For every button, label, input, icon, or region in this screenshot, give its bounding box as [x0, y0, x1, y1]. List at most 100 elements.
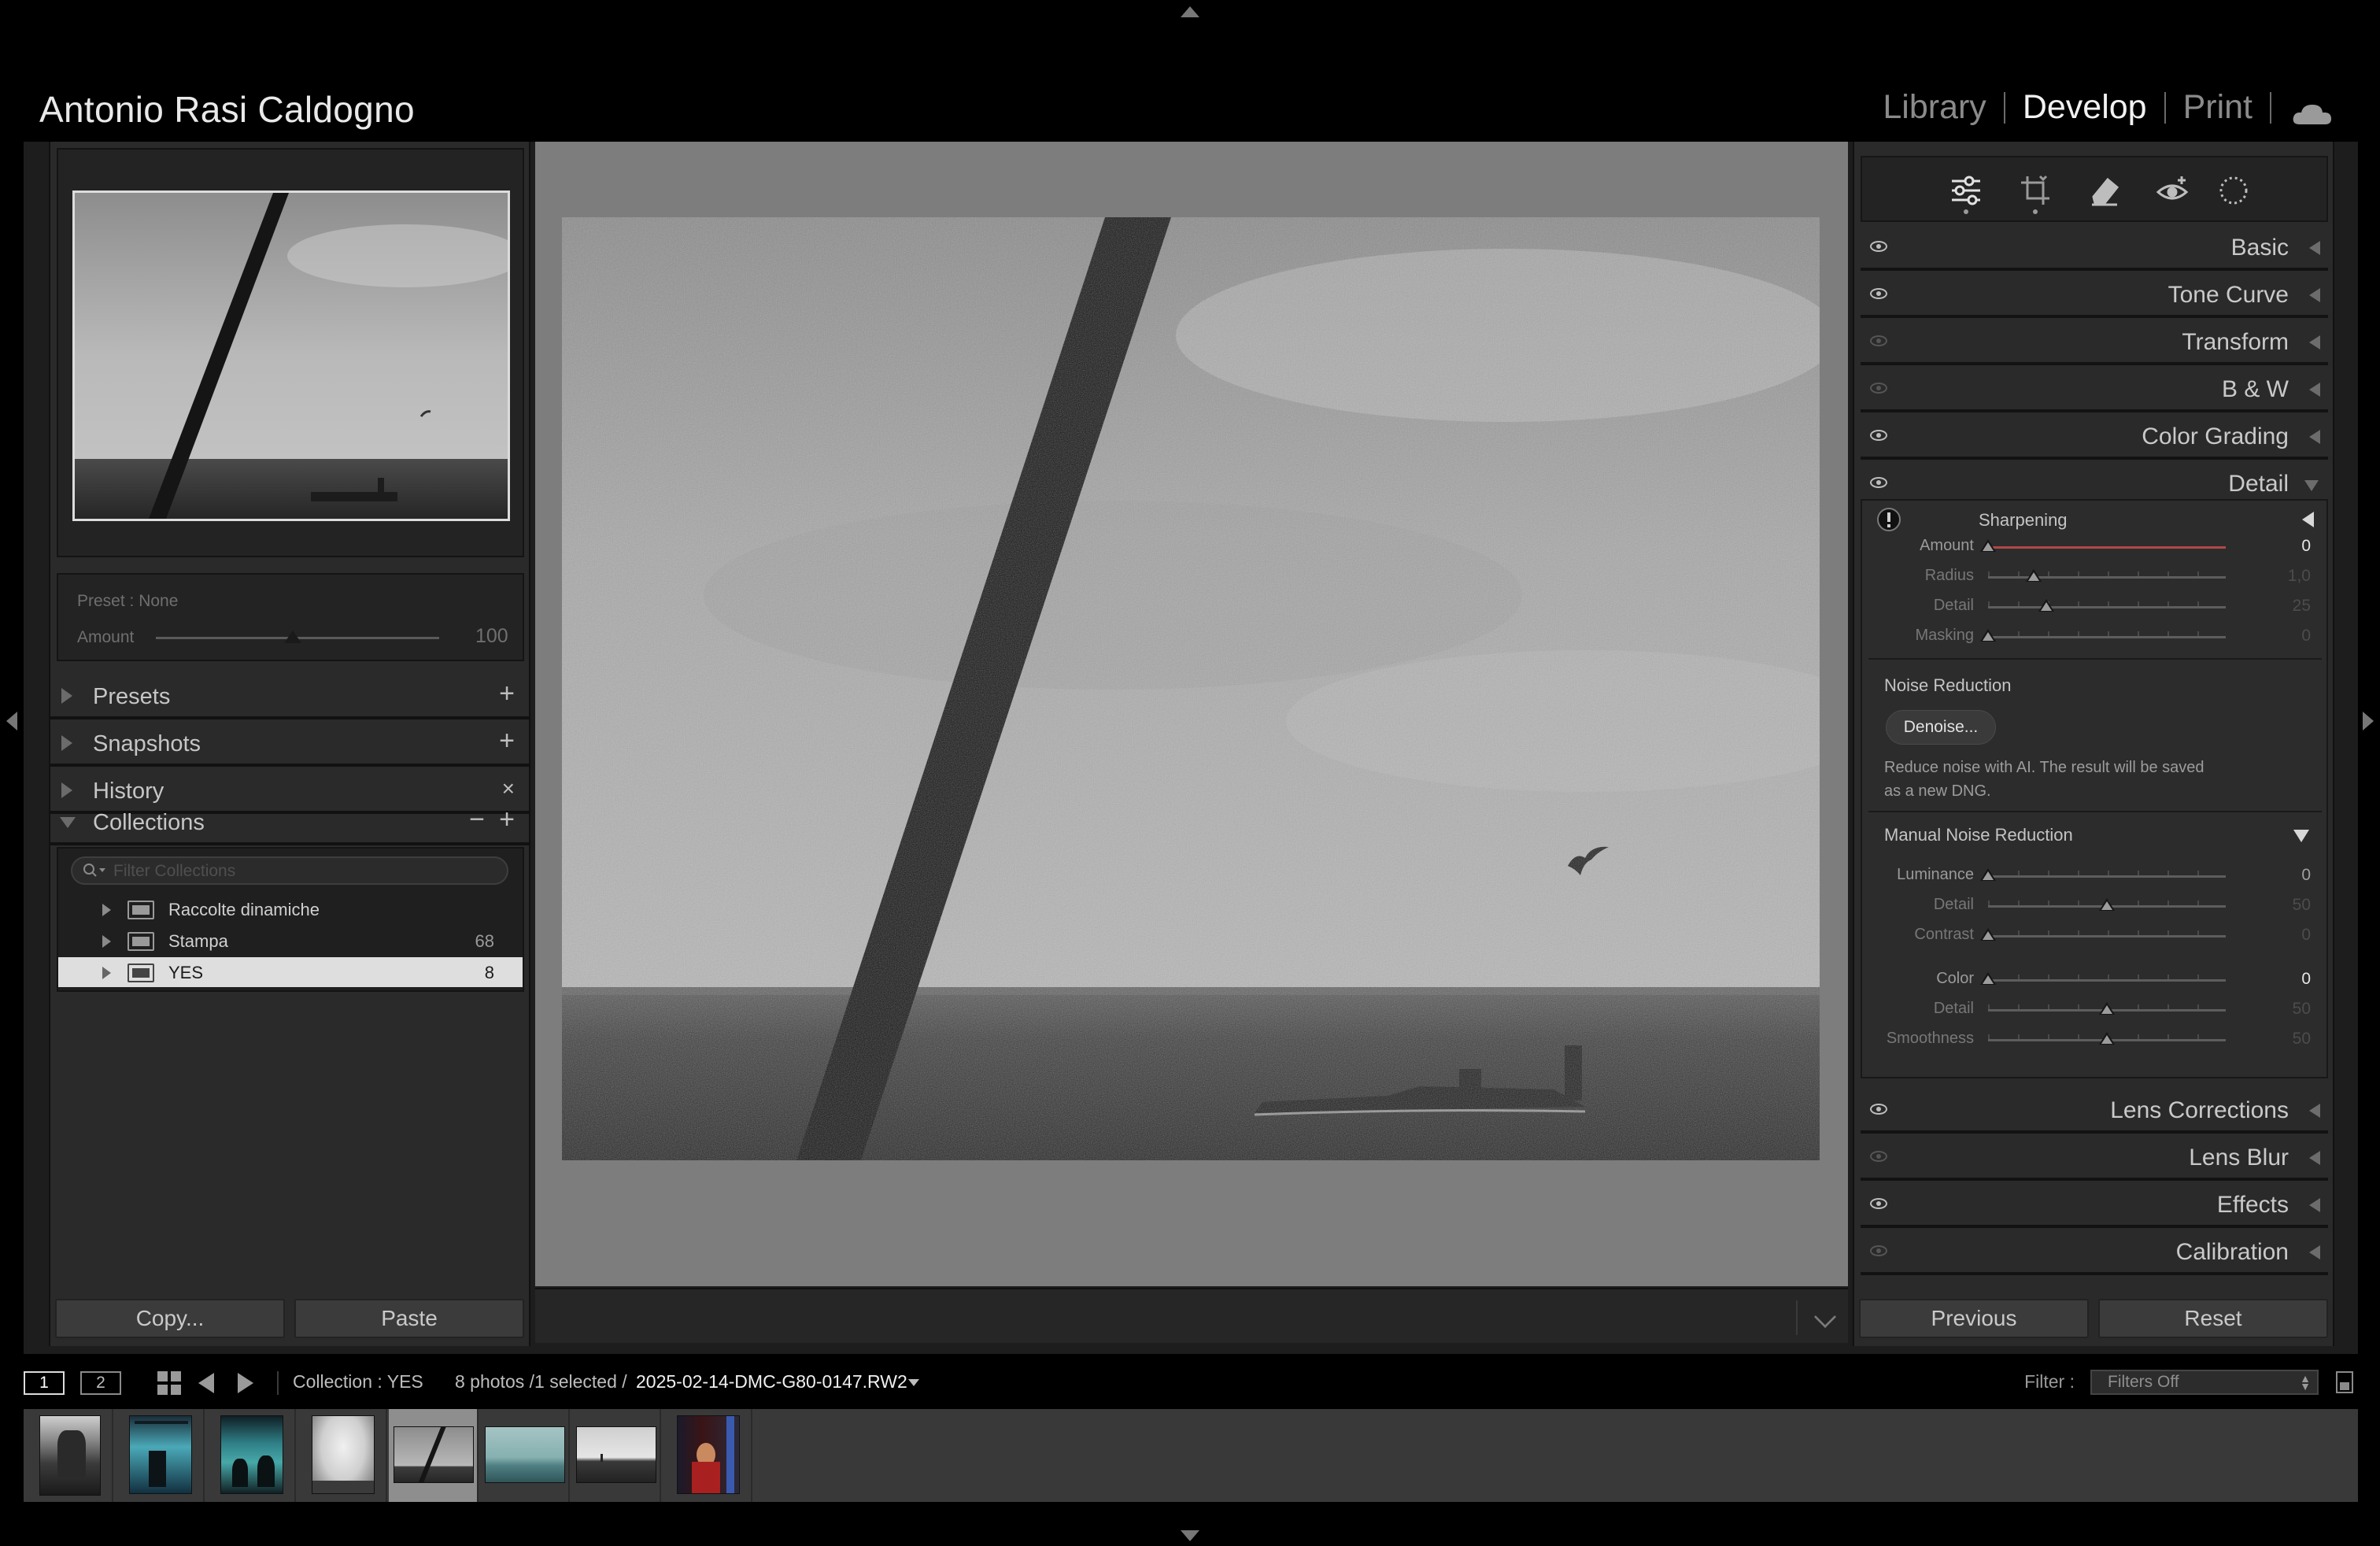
secondary-screen-button[interactable]: 2 — [80, 1371, 121, 1395]
effects-panel-header[interactable]: Effects — [1861, 1184, 2328, 1228]
slider-luminance[interactable]: Luminance 0 — [1868, 860, 2322, 890]
top-panel-toggle-arrow[interactable] — [1181, 6, 1199, 17]
slider-sharpen-masking[interactable]: Masking 0 — [1868, 620, 2322, 650]
disclosure-triangle-icon[interactable] — [102, 935, 111, 948]
snapshots-section-header[interactable]: Snapshots + — [50, 721, 529, 767]
slider-value[interactable]: 0 — [2301, 866, 2311, 885]
slider-value[interactable]: 50 — [2293, 896, 2311, 915]
slider-sharpen-radius[interactable]: Radius 1,0 — [1868, 560, 2322, 590]
eye-icon[interactable] — [1870, 288, 1887, 299]
slider-thumb[interactable] — [1980, 539, 1996, 552]
collection-row-yes[interactable]: YES 8 — [58, 957, 523, 987]
remove-collection-icon[interactable]: − — [469, 804, 485, 835]
cloud-icon[interactable] — [2292, 96, 2333, 124]
crop-icon[interactable] — [2018, 173, 2053, 208]
slider-track[interactable] — [1988, 546, 2226, 549]
lens-corrections-panel-header[interactable]: Lens Corrections — [1861, 1089, 2328, 1134]
slider-track[interactable] — [1988, 606, 2226, 608]
filter-select[interactable]: Filters Off ▲ ▼ — [2090, 1370, 2319, 1395]
slider-value[interactable]: 50 — [2293, 1000, 2311, 1019]
slider-value[interactable]: 0 — [2301, 970, 2311, 989]
transform-panel-header[interactable]: Transform — [1861, 321, 2328, 365]
paste-settings-button[interactable]: Paste — [294, 1299, 524, 1338]
masking-icon[interactable] — [2216, 173, 2251, 208]
slider-thumb[interactable] — [2038, 599, 2054, 612]
preset-amount-value[interactable]: 100 — [475, 625, 508, 648]
main-screen-button[interactable]: 1 — [24, 1371, 65, 1395]
denoise-button[interactable]: Denoise... — [1886, 710, 1996, 745]
slider-track[interactable] — [1988, 935, 2226, 938]
preset-amount-thumb[interactable] — [284, 631, 301, 643]
sharpening-collapse-icon[interactable] — [2302, 512, 2314, 527]
disclosure-triangle-icon[interactable] — [102, 904, 111, 916]
collection-row-raccolte[interactable]: Raccolte dinamiche — [58, 894, 523, 924]
eye-icon[interactable] — [1870, 1198, 1887, 1209]
eye-icon[interactable] — [1870, 383, 1887, 394]
slider-value[interactable]: 0 — [2301, 537, 2311, 556]
slider-color[interactable]: Color 0 — [1868, 963, 2322, 993]
presets-section-header[interactable]: Presets + — [50, 674, 529, 719]
slider-thumb[interactable] — [2099, 1032, 2115, 1045]
slider-color-smoothness[interactable]: Smoothness 50 — [1868, 1023, 2322, 1053]
previous-button[interactable]: Previous — [1859, 1299, 2089, 1338]
main-photo[interactable] — [562, 217, 1820, 1160]
filmstrip-thumbnail[interactable] — [663, 1409, 752, 1502]
collections-filter-field[interactable] — [71, 856, 508, 885]
eye-icon[interactable] — [1870, 1104, 1887, 1115]
slider-luminance-detail[interactable]: Detail 50 — [1868, 890, 2322, 919]
filmstrip-thumbnail[interactable] — [115, 1409, 205, 1502]
slider-value[interactable]: 25 — [2293, 597, 2311, 616]
slider-luminance-contrast[interactable]: Contrast 0 — [1868, 919, 2322, 949]
slider-thumb[interactable] — [2026, 569, 2042, 582]
slider-thumb[interactable] — [2099, 898, 2115, 911]
filmstrip-thumbnail[interactable] — [24, 1409, 113, 1502]
module-library[interactable]: Library — [1865, 88, 2003, 127]
edit-sliders-icon[interactable] — [1949, 173, 1983, 208]
slider-value[interactable]: 50 — [2293, 1030, 2311, 1049]
filmstrip-thumbnail[interactable] — [571, 1409, 661, 1502]
slider-value[interactable]: 0 — [2301, 926, 2311, 945]
slider-thumb[interactable] — [1980, 629, 1996, 642]
filmstrip-source[interactable]: Collection : YES — [293, 1371, 423, 1393]
red-eye-icon[interactable] — [2155, 173, 2190, 208]
eye-icon[interactable] — [1870, 477, 1887, 488]
filter-lock-icon[interactable] — [2336, 1371, 2353, 1393]
slider-track[interactable] — [1988, 979, 2226, 982]
add-preset-icon[interactable]: + — [499, 679, 515, 709]
slider-thumb[interactable] — [1980, 928, 1996, 941]
filmstrip-thumbnail[interactable] — [206, 1409, 296, 1502]
bottom-panel-toggle-arrow[interactable] — [1181, 1530, 1199, 1541]
left-panel-toggle-arrow[interactable] — [6, 712, 17, 730]
clear-history-icon[interactable]: × — [502, 776, 515, 801]
color-grading-panel-header[interactable]: Color Grading — [1861, 416, 2328, 460]
basic-panel-header[interactable]: Basic — [1861, 227, 2328, 271]
module-print[interactable]: Print — [2166, 88, 2270, 127]
lens-blur-panel-header[interactable]: Lens Blur — [1861, 1137, 2328, 1181]
collections-filter-input[interactable] — [113, 861, 491, 882]
slider-track[interactable] — [1988, 576, 2226, 579]
copy-settings-button[interactable]: Copy... — [55, 1299, 285, 1338]
arrow-left-icon[interactable] — [198, 1373, 214, 1393]
toolbar-menu-chevron-icon[interactable] — [1813, 1305, 1837, 1329]
filmstrip-thumbnail-selected[interactable] — [389, 1409, 479, 1502]
manual-nr-expand-icon[interactable] — [2293, 830, 2309, 842]
filmstrip-filename[interactable]: 2025-02-14-DMC-G80-0147.RW2 — [636, 1371, 907, 1393]
collection-row-stampa[interactable]: Stampa 68 — [58, 926, 523, 956]
reset-button[interactable]: Reset — [2098, 1299, 2328, 1338]
slider-thumb[interactable] — [1980, 868, 1996, 881]
slider-value[interactable]: 0 — [2301, 627, 2311, 645]
eye-icon[interactable] — [1870, 241, 1887, 252]
arrow-right-icon[interactable] — [238, 1373, 253, 1393]
slider-thumb[interactable] — [1980, 972, 1996, 985]
tone-curve-panel-header[interactable]: Tone Curve — [1861, 274, 2328, 318]
eye-icon[interactable] — [1870, 430, 1887, 441]
add-snapshot-icon[interactable]: + — [499, 726, 515, 756]
disclosure-triangle-icon[interactable] — [102, 967, 111, 979]
collections-section-header[interactable]: Collections − + — [50, 800, 529, 845]
slider-thumb[interactable] — [2099, 1002, 2115, 1015]
slider-track[interactable] — [1988, 875, 2226, 878]
filmstrip-thumbnail[interactable] — [480, 1409, 570, 1502]
eye-icon[interactable] — [1870, 1151, 1887, 1162]
add-collection-icon[interactable]: + — [499, 804, 515, 835]
slider-track[interactable] — [1988, 636, 2226, 638]
